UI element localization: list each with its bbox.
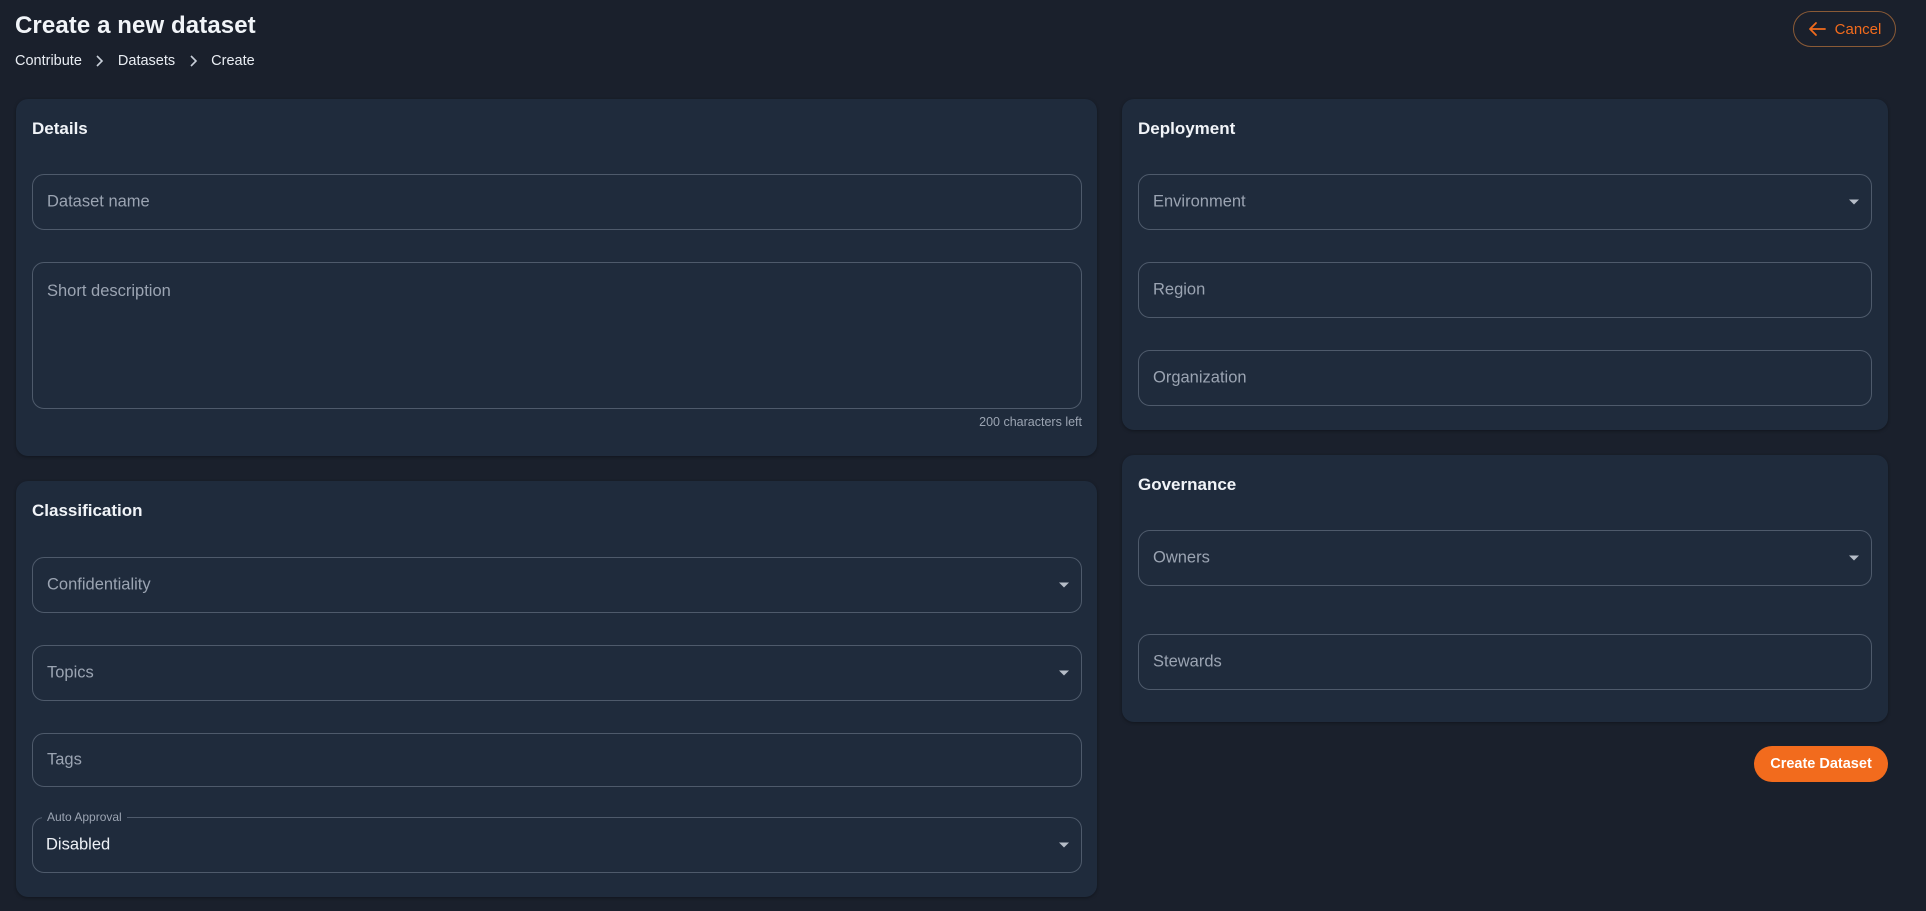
- classification-card: Classification Confidentiality Topics Ta…: [16, 481, 1097, 897]
- breadcrumb-contribute[interactable]: Contribute: [15, 53, 82, 69]
- confidentiality-select[interactable]: Confidentiality: [32, 557, 1082, 613]
- caret-down-icon: [1059, 582, 1069, 588]
- create-dataset-page: Create a new dataset Contribute Datasets…: [0, 0, 1926, 911]
- chevron-right-icon: [82, 55, 118, 67]
- auto-approval-select[interactable]: Auto Approval Disabled: [32, 810, 1082, 873]
- characters-left-counter: 200 characters left: [979, 415, 1082, 429]
- confidentiality-placeholder: Confidentiality: [47, 575, 151, 594]
- auto-approval-label: Auto Approval: [42, 810, 127, 824]
- topics-select[interactable]: Topics: [32, 645, 1082, 701]
- region-placeholder: Region: [1153, 280, 1206, 299]
- page-title: Create a new dataset: [15, 12, 256, 39]
- caret-down-icon: [1059, 670, 1069, 676]
- short-description-placeholder: Short description: [47, 282, 171, 300]
- caret-down-icon: [1849, 199, 1859, 205]
- breadcrumb-create: Create: [211, 53, 255, 69]
- deployment-title: Deployment: [1138, 119, 1236, 138]
- details-card: Details Dataset name Short description 2…: [16, 99, 1097, 456]
- cancel-button[interactable]: Cancel: [1793, 11, 1896, 47]
- tags-input[interactable]: Tags: [32, 733, 1082, 787]
- cancel-label: Cancel: [1834, 20, 1882, 38]
- deployment-card: Deployment Environment Region Organizati…: [1122, 99, 1888, 430]
- breadcrumb-datasets[interactable]: Datasets: [118, 53, 175, 69]
- details-title: Details: [32, 119, 88, 138]
- environment-select[interactable]: Environment: [1138, 174, 1872, 230]
- owners-select[interactable]: Owners: [1138, 530, 1872, 586]
- governance-card: Governance Owners Stewards: [1122, 455, 1888, 722]
- caret-down-icon: [1849, 555, 1859, 561]
- environment-placeholder: Environment: [1153, 192, 1246, 211]
- dataset-name-placeholder: Dataset name: [47, 192, 150, 211]
- arrow-left-icon: [1808, 22, 1826, 36]
- organization-input[interactable]: Organization: [1138, 350, 1872, 406]
- caret-down-icon: [1059, 842, 1069, 848]
- short-description-field[interactable]: Short description: [32, 262, 1082, 409]
- breadcrumb: Contribute Datasets Create: [15, 53, 255, 69]
- dataset-name-field[interactable]: Dataset name: [32, 174, 1082, 230]
- tags-placeholder: Tags: [47, 750, 82, 769]
- chevron-right-icon: [175, 55, 211, 67]
- region-input[interactable]: Region: [1138, 262, 1872, 318]
- organization-placeholder: Organization: [1153, 368, 1247, 387]
- auto-approval-value: Disabled: [46, 835, 111, 854]
- create-dataset-button[interactable]: Create Dataset: [1754, 746, 1888, 782]
- stewards-input[interactable]: Stewards: [1138, 634, 1872, 690]
- topics-placeholder: Topics: [47, 663, 94, 682]
- owners-placeholder: Owners: [1153, 548, 1210, 567]
- stewards-placeholder: Stewards: [1153, 652, 1222, 671]
- classification-title: Classification: [32, 501, 143, 520]
- governance-title: Governance: [1138, 475, 1237, 494]
